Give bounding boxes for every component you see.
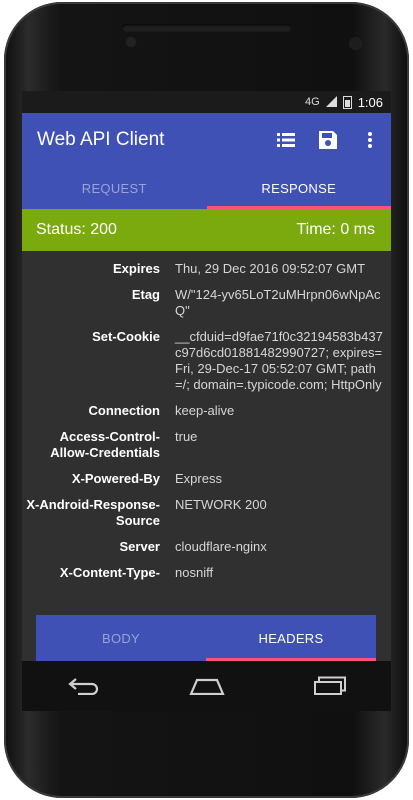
headers-list: Expires Thu, 29 Dec 2016 09:52:07 GMT Et… <box>22 251 391 581</box>
header-value: true <box>175 429 198 444</box>
header-row: X-Android-Response-Source NETWORK 200 <box>22 497 391 529</box>
header-row: Access-Control-Allow-Credentials true <box>22 429 391 461</box>
header-key: Server <box>119 539 160 554</box>
system-nav-bar <box>22 661 391 711</box>
back-icon[interactable] <box>64 671 104 701</box>
header-row: Connection keep-alive <box>22 403 391 419</box>
tab-response[interactable]: RESPONSE <box>206 167 392 209</box>
list-icon[interactable] <box>265 120 307 160</box>
more-options-icon[interactable] <box>349 120 391 160</box>
header-key: X-Android-Response-Source <box>26 497 160 528</box>
response-time: Time: 0 ms <box>296 221 375 238</box>
recent-apps-icon[interactable] <box>310 671 350 701</box>
response-status-bar: Status: 200 Time: 0 ms <box>22 209 391 251</box>
save-icon[interactable] <box>307 120 349 160</box>
header-key: Etag <box>131 287 160 302</box>
tab-body[interactable]: BODY <box>36 615 206 661</box>
tab-headers[interactable]: HEADERS <box>206 615 376 661</box>
header-row: Etag W/"124-yv65LoT2uMHrpn06wNpAcQ" <box>22 287 391 319</box>
header-key: X-Powered-By <box>71 471 160 486</box>
app-title: Web API Client <box>37 129 165 150</box>
speaker-grille <box>121 24 292 32</box>
status-bar: 4G 1:06 <box>22 91 391 113</box>
header-value: __cfduid=d9fae71f0c32194583b437c97d6cd01… <box>175 329 383 392</box>
header-row: Set-Cookie __cfduid=d9fae71f0c32194583b4… <box>22 329 391 393</box>
app-bar: Web API Client <box>22 113 391 167</box>
tab-request[interactable]: REQUEST <box>22 167 207 209</box>
header-value: keep-alive <box>175 403 235 418</box>
header-row: Server cloudflare-nginx <box>22 539 391 555</box>
header-row: X-Content-Type- nosniff <box>22 565 391 581</box>
header-value: Express <box>175 471 222 486</box>
status-code: Status: 200 <box>36 221 117 238</box>
battery-icon <box>342 95 352 109</box>
header-row: X-Powered-By Express <box>22 471 391 487</box>
header-key: Set-Cookie <box>92 329 160 344</box>
bottom-tabs: BODY HEADERS <box>36 615 376 661</box>
header-key: Expires <box>113 261 160 276</box>
network-type: 4G <box>305 96 320 108</box>
header-value: W/"124-yv65LoT2uMHrpn06wNpAcQ" <box>175 287 381 318</box>
header-value: NETWORK 200 <box>175 497 267 512</box>
front-camera <box>127 38 135 46</box>
header-key: X-Content-Type- <box>59 565 160 580</box>
signal-icon <box>325 95 337 110</box>
proximity-sensor <box>350 38 361 49</box>
header-key: Access-Control-Allow-Credentials <box>50 429 160 460</box>
header-key: Connection <box>88 403 161 418</box>
top-tabs: REQUEST RESPONSE <box>22 167 391 209</box>
header-value: nosniff <box>175 565 214 580</box>
clock: 1:06 <box>357 94 383 110</box>
header-value: cloudflare-nginx <box>175 539 267 554</box>
header-row: Expires Thu, 29 Dec 2016 09:52:07 GMT <box>22 261 391 277</box>
screen: 4G 1:06 Web API Client REQUEST RESPONSE … <box>22 91 391 711</box>
header-value: Thu, 29 Dec 2016 09:52:07 GMT <box>175 261 366 276</box>
home-icon[interactable] <box>187 671 227 701</box>
